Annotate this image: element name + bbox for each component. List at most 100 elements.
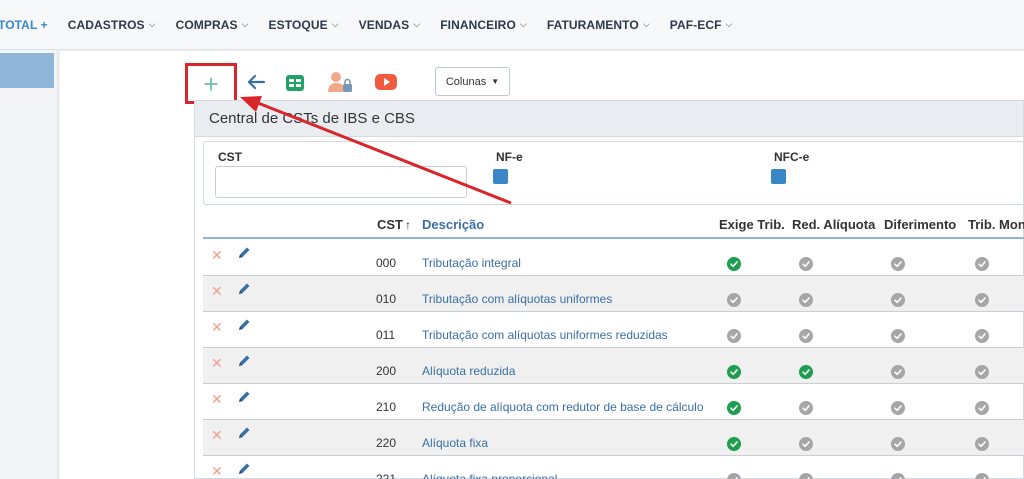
column-header-descricao[interactable]: Descrição (422, 217, 484, 232)
table-row[interactable]: ✕ 011 Tributação com alíquotas uniformes r… (203, 312, 1024, 348)
nav-item-label: TOTAL + (0, 17, 48, 32)
table-row[interactable]: ✕ 000 Tributação integral (203, 240, 1024, 276)
nav-item-label: ESTOQUE (268, 17, 328, 32)
delete-icon[interactable]: ✕ (211, 463, 223, 479)
cst-description-link[interactable]: Tributação integral (422, 256, 521, 270)
delete-icon[interactable]: ✕ (211, 355, 223, 372)
table-row[interactable]: ✕ 210 Redução de alíquota com redutor de b… (203, 384, 1024, 420)
nav-item-paf-ecf[interactable]: PAF-ECF ⌵ (660, 18, 743, 32)
chevron-down-icon: ⌵ (331, 19, 339, 29)
table-row[interactable]: ✕ 221 Alíquota fixa proporcional (203, 456, 1024, 479)
edit-pencil-icon[interactable] (236, 317, 252, 333)
columns-label: Colunas (445, 75, 487, 88)
edit-pencil-icon[interactable] (236, 281, 252, 297)
column-header-diferimento[interactable]: Diferimento (884, 217, 956, 232)
nav-item-estoque[interactable]: ESTOQUE ⌵ (259, 18, 349, 32)
cst-code: 221 (376, 472, 397, 479)
filter-panel: CST NF-e NFC-e (203, 141, 1024, 205)
cst-description-link[interactable]: Redução de alíquota com redutor de base … (422, 400, 704, 414)
check-off-icon (799, 473, 813, 479)
check-on-icon (799, 365, 813, 379)
delete-icon[interactable]: ✕ (211, 391, 223, 408)
nfce-checkbox[interactable] (771, 169, 786, 184)
delete-icon[interactable]: ✕ (211, 319, 223, 336)
nav-item-compras[interactable]: COMPRAS ⌵ (166, 18, 259, 32)
table-row[interactable]: ✕ 010 Tributação com alíquotas uniformes (203, 276, 1024, 312)
video-tutorial-button[interactable] (373, 69, 399, 95)
cst-description-link[interactable]: Tributação com alíquotas uniformes (422, 292, 612, 306)
table-row[interactable]: ✕ 220 Alíquota fixa (203, 420, 1024, 456)
check-off-icon (975, 473, 989, 479)
delete-icon[interactable]: ✕ (211, 247, 223, 264)
table-header: CST ↑ Descrição Exige Trib. Red. Alíquota… (203, 209, 1024, 239)
add-button[interactable]: + (185, 63, 237, 104)
edit-pencil-icon[interactable] (236, 353, 252, 369)
column-header-exige-trib[interactable]: Exige Trib. (719, 217, 785, 232)
delete-icon[interactable]: ✕ (211, 283, 223, 300)
chevron-down-icon: ⌵ (413, 19, 421, 29)
check-off-icon (891, 257, 905, 271)
edit-pencil-icon[interactable] (236, 425, 252, 441)
user-lock-icon (328, 72, 352, 92)
edit-pencil-icon[interactable] (236, 245, 252, 261)
cst-code: 220 (376, 436, 397, 450)
check-on-icon (727, 257, 741, 271)
nav-item-cadastros[interactable]: CADASTROS ⌵ (58, 18, 166, 32)
nav-item-faturamento[interactable]: FATURAMENTO ⌵ (537, 18, 660, 32)
check-off-icon (727, 329, 741, 343)
column-header-trib-mon[interactable]: Trib. Mon (968, 217, 1024, 232)
check-off-icon (891, 401, 905, 415)
nfe-checkbox[interactable] (493, 169, 508, 184)
check-off-icon (891, 329, 905, 343)
cst-filter-input[interactable] (215, 166, 467, 198)
nfce-filter-label: NFC-e (774, 150, 810, 164)
cst-description-link[interactable]: Tributação com alíquotas uniformes reduz… (422, 328, 668, 342)
cst-code: 011 (376, 328, 396, 342)
nav-item-label: FINANCEIRO (440, 17, 516, 32)
cst-description-link[interactable]: Alíquota fixa proporcional (422, 472, 557, 479)
nfe-filter-label: NF-e (496, 150, 523, 164)
column-header-red-aliquota[interactable]: Red. Alíquota (792, 217, 875, 232)
check-off-icon (975, 329, 989, 343)
cst-code: 210 (376, 400, 397, 414)
cst-description-link[interactable]: Alíquota reduzida (422, 364, 515, 378)
nav-item-label: PAF-ECF (669, 17, 722, 32)
check-off-icon (799, 329, 813, 343)
check-off-icon (891, 437, 905, 451)
nav-item-total[interactable]: TOTAL + (0, 18, 58, 32)
nav-item-label: VENDAS (358, 17, 410, 32)
cst-code: 200 (376, 364, 397, 378)
card-title: Central de CSTs de IBS e CBS (195, 101, 1023, 137)
plus-icon: + (203, 68, 219, 99)
edit-pencil-icon[interactable] (236, 461, 252, 477)
spreadsheet-icon (286, 75, 304, 91)
arrow-left-icon (247, 74, 266, 90)
chevron-down-icon: ⌵ (148, 19, 156, 29)
check-off-icon (975, 437, 989, 451)
cst-code: 000 (376, 256, 397, 270)
permissions-button[interactable] (327, 69, 353, 95)
export-excel-button[interactable] (282, 70, 308, 96)
chevron-down-icon: ⌵ (725, 19, 733, 29)
check-off-icon (727, 473, 741, 479)
nav-item-financeiro[interactable]: FINANCEIRO ⌵ (430, 18, 537, 32)
sort-asc-icon: ↑ (405, 218, 411, 232)
chevron-down-icon: ⌵ (241, 19, 249, 29)
nav-item-label: COMPRAS (175, 17, 238, 32)
check-off-icon (891, 473, 905, 479)
sidebar (0, 51, 58, 479)
cst-filter-label: CST (218, 150, 242, 164)
cst-description-link[interactable]: Alíquota fixa (422, 436, 488, 450)
back-button[interactable] (243, 69, 269, 95)
edit-pencil-icon[interactable] (236, 389, 252, 405)
nav-item-label: CADASTROS (67, 17, 145, 32)
check-off-icon (975, 365, 989, 379)
nav-item-label: FATURAMENTO (546, 17, 639, 32)
delete-icon[interactable]: ✕ (211, 427, 223, 444)
sidebar-active-item[interactable] (0, 53, 54, 88)
nav-item-vendas[interactable]: VENDAS ⌵ (349, 18, 431, 32)
columns-dropdown[interactable]: Colunas ▼ (435, 67, 510, 96)
table-row[interactable]: ✕ 200 Alíquota reduzida (203, 348, 1024, 384)
column-header-cst[interactable]: CST ↑ (377, 217, 411, 232)
youtube-icon (375, 74, 397, 90)
